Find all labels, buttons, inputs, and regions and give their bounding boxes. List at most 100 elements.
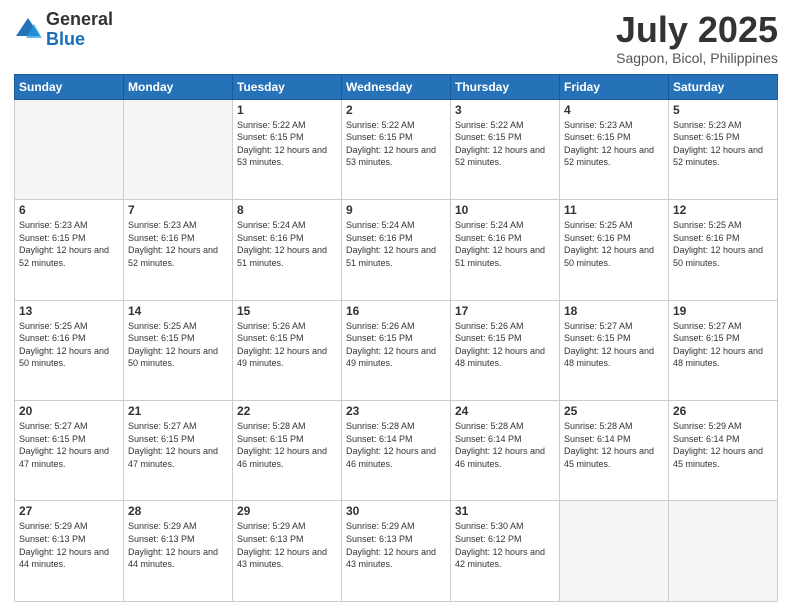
calendar-cell	[669, 501, 778, 602]
col-wednesday: Wednesday	[342, 74, 451, 99]
day-info: Sunrise: 5:23 AM Sunset: 6:15 PM Dayligh…	[19, 219, 119, 269]
day-info: Sunrise: 5:29 AM Sunset: 6:14 PM Dayligh…	[673, 420, 773, 470]
calendar-cell: 10 Sunrise: 5:24 AM Sunset: 6:16 PM Dayli…	[451, 200, 560, 300]
day-number: 22	[237, 404, 337, 418]
calendar-cell: 6 Sunrise: 5:23 AM Sunset: 6:15 PM Daylig…	[15, 200, 124, 300]
calendar-cell: 7 Sunrise: 5:23 AM Sunset: 6:16 PM Daylig…	[124, 200, 233, 300]
logo: General Blue	[14, 10, 113, 50]
col-tuesday: Tuesday	[233, 74, 342, 99]
calendar-cell: 28 Sunrise: 5:29 AM Sunset: 6:13 PM Dayli…	[124, 501, 233, 602]
day-info: Sunrise: 5:26 AM Sunset: 6:15 PM Dayligh…	[237, 320, 337, 370]
calendar-cell: 8Sunrise: 5:24 AM Sunset: 6:16 PM Daylig…	[233, 200, 342, 300]
day-info: Sunrise: 5:25 AM Sunset: 6:15 PM Dayligh…	[128, 320, 228, 370]
day-number: 17	[455, 304, 555, 318]
calendar-cell: 2Sunrise: 5:22 AM Sunset: 6:15 PM Daylig…	[342, 99, 451, 199]
calendar-cell: 14 Sunrise: 5:25 AM Sunset: 6:15 PM Dayli…	[124, 300, 233, 400]
day-number: 8	[237, 203, 337, 217]
calendar-cell: 27 Sunrise: 5:29 AM Sunset: 6:13 PM Dayli…	[15, 501, 124, 602]
calendar-cell: 13 Sunrise: 5:25 AM Sunset: 6:16 PM Dayli…	[15, 300, 124, 400]
day-number: 1	[237, 103, 337, 117]
day-number: 13	[19, 304, 119, 318]
day-info: Sunrise: 5:28 AM Sunset: 6:14 PM Dayligh…	[346, 420, 446, 470]
calendar-cell: 25Sunrise: 5:28 AM Sunset: 6:14 PM Dayli…	[560, 401, 669, 501]
calendar-header-row: Sunday Monday Tuesday Wednesday Thursday…	[15, 74, 778, 99]
day-number: 29	[237, 504, 337, 518]
day-number: 5	[673, 103, 773, 117]
calendar-cell: 31 Sunrise: 5:30 AM Sunset: 6:12 PM Dayli…	[451, 501, 560, 602]
calendar-cell: 1 Sunrise: 5:22 AM Sunset: 6:15 PM Daylig…	[233, 99, 342, 199]
day-number: 23	[346, 404, 446, 418]
calendar-cell: 19Sunrise: 5:27 AM Sunset: 6:15 PM Dayli…	[669, 300, 778, 400]
calendar-cell: 3 Sunrise: 5:22 AM Sunset: 6:15 PM Daylig…	[451, 99, 560, 199]
day-number: 26	[673, 404, 773, 418]
calendar-cell: 23 Sunrise: 5:28 AM Sunset: 6:14 PM Dayli…	[342, 401, 451, 501]
day-info: Sunrise: 5:23 AM Sunset: 6:16 PM Dayligh…	[128, 219, 228, 269]
calendar-cell	[15, 99, 124, 199]
day-number: 14	[128, 304, 228, 318]
day-info: Sunrise: 5:22 AM Sunset: 6:15 PM Dayligh…	[237, 119, 337, 169]
day-info: Sunrise: 5:25 AM Sunset: 6:16 PM Dayligh…	[673, 219, 773, 269]
col-sunday: Sunday	[15, 74, 124, 99]
calendar-cell: 17 Sunrise: 5:26 AM Sunset: 6:15 PM Dayli…	[451, 300, 560, 400]
month-title: July 2025	[616, 10, 778, 50]
day-number: 2	[346, 103, 446, 117]
day-info: Sunrise: 5:29 AM Sunset: 6:13 PM Dayligh…	[19, 520, 119, 570]
day-number: 7	[128, 203, 228, 217]
calendar-cell: 9Sunrise: 5:24 AM Sunset: 6:16 PM Daylig…	[342, 200, 451, 300]
day-info: Sunrise: 5:28 AM Sunset: 6:15 PM Dayligh…	[237, 420, 337, 470]
calendar-cell	[560, 501, 669, 602]
day-number: 16	[346, 304, 446, 318]
day-number: 3	[455, 103, 555, 117]
day-info: Sunrise: 5:22 AM Sunset: 6:15 PM Dayligh…	[455, 119, 555, 169]
day-number: 15	[237, 304, 337, 318]
day-number: 10	[455, 203, 555, 217]
col-monday: Monday	[124, 74, 233, 99]
day-info: Sunrise: 5:26 AM Sunset: 6:15 PM Dayligh…	[455, 320, 555, 370]
day-info: Sunrise: 5:28 AM Sunset: 6:14 PM Dayligh…	[455, 420, 555, 470]
calendar-table: Sunday Monday Tuesday Wednesday Thursday…	[14, 74, 778, 602]
calendar-cell: 24 Sunrise: 5:28 AM Sunset: 6:14 PM Dayli…	[451, 401, 560, 501]
calendar-cell	[124, 99, 233, 199]
calendar-week-row: 20 Sunrise: 5:27 AM Sunset: 6:15 PM Dayli…	[15, 401, 778, 501]
location-subtitle: Sagpon, Bicol, Philippines	[616, 50, 778, 66]
calendar-week-row: 27 Sunrise: 5:29 AM Sunset: 6:13 PM Dayli…	[15, 501, 778, 602]
day-info: Sunrise: 5:29 AM Sunset: 6:13 PM Dayligh…	[128, 520, 228, 570]
calendar-cell: 18 Sunrise: 5:27 AM Sunset: 6:15 PM Dayli…	[560, 300, 669, 400]
logo-general-text: General	[46, 10, 113, 30]
calendar-week-row: 13 Sunrise: 5:25 AM Sunset: 6:16 PM Dayli…	[15, 300, 778, 400]
day-number: 20	[19, 404, 119, 418]
day-info: Sunrise: 5:27 AM Sunset: 6:15 PM Dayligh…	[19, 420, 119, 470]
day-number: 30	[346, 504, 446, 518]
logo-icon	[14, 16, 42, 44]
day-info: Sunrise: 5:30 AM Sunset: 6:12 PM Dayligh…	[455, 520, 555, 570]
calendar-cell: 4Sunrise: 5:23 AM Sunset: 6:15 PM Daylig…	[560, 99, 669, 199]
logo-blue-text: Blue	[46, 30, 113, 50]
day-number: 31	[455, 504, 555, 518]
day-info: Sunrise: 5:27 AM Sunset: 6:15 PM Dayligh…	[128, 420, 228, 470]
col-saturday: Saturday	[669, 74, 778, 99]
day-info: Sunrise: 5:27 AM Sunset: 6:15 PM Dayligh…	[564, 320, 664, 370]
day-info: Sunrise: 5:23 AM Sunset: 6:15 PM Dayligh…	[673, 119, 773, 169]
calendar-cell: 20 Sunrise: 5:27 AM Sunset: 6:15 PM Dayli…	[15, 401, 124, 501]
day-number: 21	[128, 404, 228, 418]
day-info: Sunrise: 5:27 AM Sunset: 6:15 PM Dayligh…	[673, 320, 773, 370]
calendar-cell: 26 Sunrise: 5:29 AM Sunset: 6:14 PM Dayli…	[669, 401, 778, 501]
day-info: Sunrise: 5:24 AM Sunset: 6:16 PM Dayligh…	[346, 219, 446, 269]
calendar-cell: 16Sunrise: 5:26 AM Sunset: 6:15 PM Dayli…	[342, 300, 451, 400]
day-info: Sunrise: 5:28 AM Sunset: 6:14 PM Dayligh…	[564, 420, 664, 470]
col-friday: Friday	[560, 74, 669, 99]
day-number: 11	[564, 203, 664, 217]
day-info: Sunrise: 5:24 AM Sunset: 6:16 PM Dayligh…	[455, 219, 555, 269]
col-thursday: Thursday	[451, 74, 560, 99]
logo-text: General Blue	[46, 10, 113, 50]
day-number: 24	[455, 404, 555, 418]
day-number: 18	[564, 304, 664, 318]
day-number: 28	[128, 504, 228, 518]
day-number: 6	[19, 203, 119, 217]
calendar-week-row: 6 Sunrise: 5:23 AM Sunset: 6:15 PM Daylig…	[15, 200, 778, 300]
day-info: Sunrise: 5:29 AM Sunset: 6:13 PM Dayligh…	[346, 520, 446, 570]
calendar-cell: 30 Sunrise: 5:29 AM Sunset: 6:13 PM Dayli…	[342, 501, 451, 602]
calendar-cell: 15 Sunrise: 5:26 AM Sunset: 6:15 PM Dayli…	[233, 300, 342, 400]
day-info: Sunrise: 5:25 AM Sunset: 6:16 PM Dayligh…	[19, 320, 119, 370]
day-number: 27	[19, 504, 119, 518]
